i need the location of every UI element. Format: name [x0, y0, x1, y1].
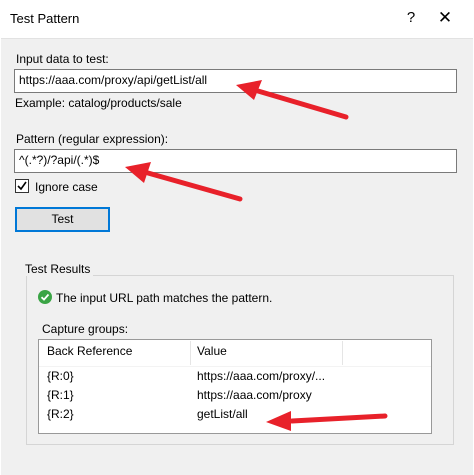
pattern-field[interactable]: ^(.*?)/?api/(.*)$ [14, 149, 457, 173]
test-results-title: Test Results [22, 262, 94, 276]
ignore-case-label: Ignore case [35, 180, 98, 194]
table-row-value[interactable]: getList/all [197, 407, 248, 421]
table-row-ref[interactable]: {R:1} [47, 388, 74, 402]
input-data-field[interactable]: https://aaa.com/proxy/api/getList/all [14, 69, 457, 93]
ignore-case-checkbox[interactable] [15, 179, 29, 193]
table-row-value[interactable]: https://aaa.com/proxy [197, 388, 312, 402]
column-header-value[interactable]: Value [197, 344, 227, 358]
table-row-value[interactable]: https://aaa.com/proxy/... [197, 369, 325, 383]
header-divider [39, 366, 431, 367]
column-separator[interactable] [190, 341, 191, 365]
match-status-message: The input URL path matches the pattern. [56, 291, 273, 305]
pattern-label: Pattern (regular expression): [16, 132, 169, 146]
close-button[interactable]: ✕ [430, 6, 460, 30]
table-row-ref[interactable]: {R:0} [47, 369, 74, 383]
table-row-ref[interactable]: {R:2} [47, 407, 74, 421]
capture-groups-table: Back Reference Value {R:0} https://aaa.c… [38, 339, 432, 434]
checkmark-icon [17, 181, 27, 191]
title-bar: Test Pattern ? ✕ [0, 0, 474, 38]
window-title: Test Pattern [10, 11, 80, 26]
input-data-label: Input data to test: [16, 52, 109, 66]
success-check-icon [38, 290, 52, 304]
capture-groups-label: Capture groups: [42, 322, 129, 336]
column-separator-end[interactable] [342, 341, 343, 365]
test-button[interactable]: Test [15, 207, 110, 232]
example-text: Example: catalog/products/sale [15, 96, 182, 110]
column-header-back-reference[interactable]: Back Reference [47, 344, 132, 358]
help-button[interactable]: ? [401, 7, 421, 29]
